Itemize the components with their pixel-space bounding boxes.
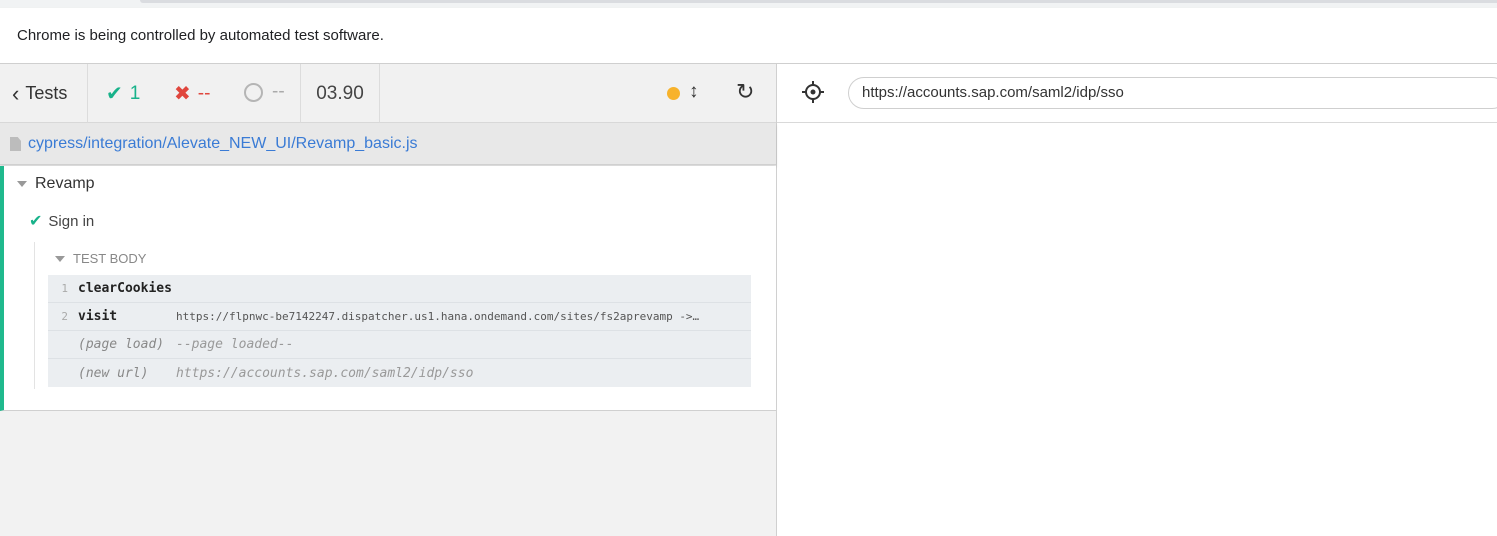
passed-stat: ✔ 1 <box>106 81 140 106</box>
stats: ✔ 1 ✖ -- -- <box>88 64 301 123</box>
reporter-panel: Revamp ✔ Sign in TEST BODY 1 clearCookie… <box>0 166 776 411</box>
command-message: https://flpnwc-be7142247.dispatcher.us1.… <box>176 310 700 323</box>
command-event-message: --page loaded-- <box>176 337 294 352</box>
command-row[interactable]: 2 visit https://flpnwc-be7142247.dispatc… <box>48 303 751 331</box>
command-event-row[interactable]: (new url) https://accounts.sap.com/saml2… <box>48 359 751 387</box>
command-name: visit <box>78 309 118 324</box>
suite-title: Revamp <box>35 175 95 192</box>
automation-infobar: Chrome is being controlled by automated … <box>0 8 1497 64</box>
check-icon: ✔ <box>106 83 123 105</box>
selector-playground-crosshair-icon[interactable] <box>801 80 825 104</box>
command-event-name: (page load) <box>78 337 165 352</box>
command-row[interactable]: 1 clearCookies <box>48 275 751 303</box>
failed-stat: ✖ -- <box>174 81 210 106</box>
command-event-name: (new url) <box>78 365 149 381</box>
status-dot-icon <box>667 87 680 100</box>
pending-count: -- <box>272 81 285 102</box>
spec-file-bar: cypress/integration/Alevate_NEW_UI/Revam… <box>0 123 776 165</box>
infobar-text: Chrome is being controlled by automated … <box>17 27 384 44</box>
tests-button[interactable]: ‹ Tests <box>0 64 88 123</box>
tab-edge <box>140 0 1497 3</box>
chevron-left-icon: ‹ <box>12 80 20 106</box>
aut-url-field[interactable]: https://accounts.sap.com/saml2/idp/sso <box>848 77 1497 109</box>
test-body-header[interactable]: TEST BODY <box>55 251 146 266</box>
duration: 03.90 <box>301 64 380 123</box>
file-icon <box>10 137 21 151</box>
test-row[interactable]: ✔ Sign in <box>29 211 94 231</box>
caret-down-icon <box>17 181 27 187</box>
passed-count: 1 <box>129 82 141 104</box>
command-event-message: https://accounts.sap.com/saml2/idp/sso <box>176 365 474 381</box>
spec-file-link[interactable]: cypress/integration/Alevate_NEW_UI/Revam… <box>28 135 418 153</box>
x-icon: ✖ <box>174 83 191 105</box>
caret-down-icon <box>55 255 65 262</box>
failed-count: -- <box>197 82 211 104</box>
browser-tab-strip <box>0 0 1497 8</box>
test-body-label: TEST BODY <box>73 251 147 266</box>
aut-iframe-area[interactable] <box>777 123 1497 536</box>
runner-header: ‹ Tests ✔ 1 ✖ -- -- 03.90 ↕ ↻ <box>0 64 776 123</box>
command-number: 1 <box>61 282 68 295</box>
command-number: 2 <box>61 310 68 323</box>
restart-icon[interactable]: ↻ <box>736 79 754 105</box>
runner-controls: ↕ ↻ <box>380 64 776 123</box>
test-body-guide-line <box>34 242 35 389</box>
suite-row[interactable]: Revamp <box>17 175 95 193</box>
command-event-row[interactable]: (page load) --page loaded-- <box>48 331 751 359</box>
pending-stat: -- <box>244 81 285 103</box>
command-log: 1 clearCookies 2 visit https://flpnwc-be… <box>48 275 751 387</box>
scroll-toggle-icon[interactable]: ↕ <box>689 81 699 103</box>
test-title: Sign in <box>48 212 95 230</box>
aut-header: https://accounts.sap.com/saml2/idp/sso <box>777 64 1497 123</box>
pending-circle-icon <box>244 82 263 102</box>
command-name: clearCookies <box>78 281 172 296</box>
check-icon: ✔ <box>29 213 43 230</box>
tests-button-label: Tests <box>25 83 68 103</box>
